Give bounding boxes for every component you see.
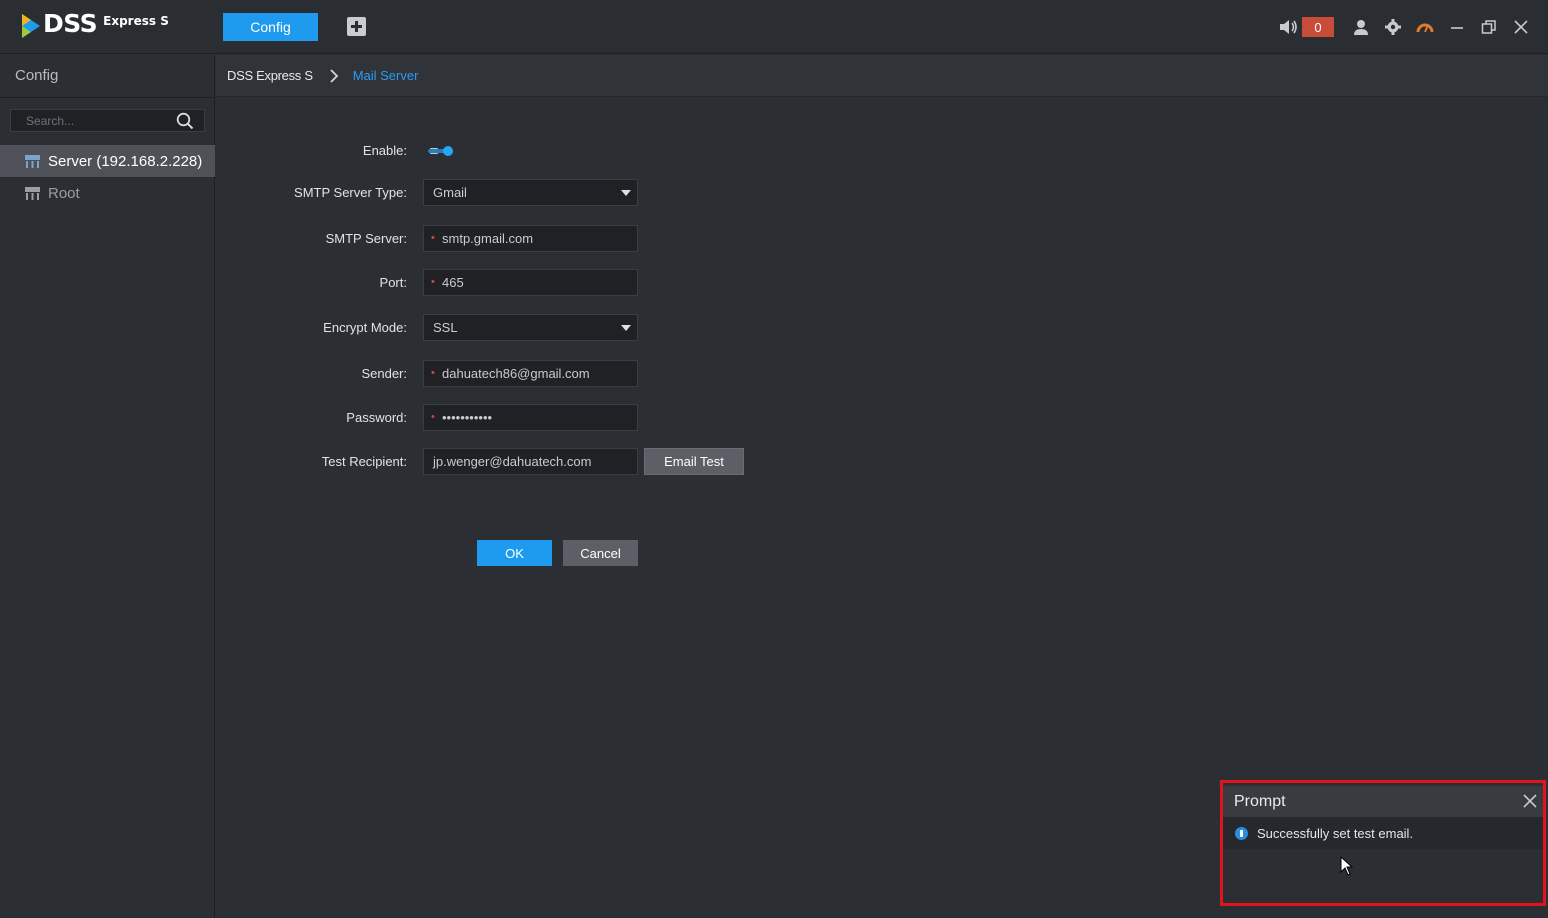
- sidebar-title: Config: [15, 67, 59, 84]
- config-sidebar: Config Server (192.168.2.228) Root: [0, 55, 215, 918]
- breadcrumb: DSS Express S Mail Server: [216, 55, 1548, 97]
- close-icon[interactable]: [1508, 14, 1534, 40]
- smtp-type-value: Gmail: [433, 185, 467, 200]
- app-logo: DSS Express S: [20, 10, 169, 42]
- required-marker: •: [431, 411, 435, 423]
- add-tab-icon[interactable]: [347, 17, 366, 36]
- gear-icon[interactable]: [1380, 14, 1406, 40]
- prompt-header: Prompt: [1223, 786, 1543, 817]
- mouse-cursor-icon: [1340, 856, 1354, 876]
- smtp-server-field[interactable]: • smtp.gmail.com: [423, 225, 638, 252]
- port-row: Port: • 465: [216, 269, 916, 296]
- cancel-button[interactable]: Cancel: [563, 540, 638, 566]
- dropdown-arrow-icon: [621, 190, 631, 196]
- sender-label: Sender:: [361, 366, 407, 381]
- search-input[interactable]: [11, 110, 171, 131]
- alarm-count-badge[interactable]: 0: [1302, 17, 1334, 37]
- tree-item-label: Root: [48, 184, 80, 202]
- enable-label: Enable:: [362, 143, 407, 158]
- password-value: •••••••••••: [442, 410, 493, 425]
- tab-config[interactable]: Config: [223, 13, 318, 41]
- port-value: 465: [442, 275, 464, 290]
- required-marker: •: [431, 232, 435, 244]
- chevron-right-icon: [330, 68, 338, 83]
- recipient-row: Test Recipient: jp.wenger@dahuatech.com …: [216, 448, 916, 475]
- prompt-message-row: Successfully set test email.: [1223, 817, 1543, 849]
- server-node-icon: [25, 154, 40, 168]
- dropdown-arrow-icon: [621, 325, 631, 331]
- test-recipient-field[interactable]: jp.wenger@dahuatech.com: [423, 448, 638, 475]
- password-label: Password:: [346, 410, 407, 425]
- tree-item-label: Server (192.168.2.228): [48, 152, 203, 170]
- email-test-button[interactable]: Email Test: [644, 448, 744, 475]
- user-icon[interactable]: [1348, 14, 1374, 40]
- search-box: [10, 109, 205, 132]
- divider: [0, 97, 215, 98]
- titlebar-toolbar: 0: [1276, 14, 1534, 40]
- prompt-dialog: Prompt Successfully set test email.: [1220, 780, 1546, 906]
- tree-item-server[interactable]: Server (192.168.2.228): [0, 145, 215, 177]
- minimize-icon[interactable]: [1444, 14, 1470, 40]
- dss-logo-icon: [22, 14, 40, 38]
- port-label: Port:: [379, 275, 407, 290]
- root-node-icon: [25, 186, 40, 200]
- restore-icon[interactable]: [1476, 14, 1502, 40]
- enable-row: Enable:: [216, 137, 916, 164]
- smtp-type-label: SMTP Server Type:: [294, 185, 407, 200]
- encrypt-mode-value: SSL: [433, 320, 458, 335]
- logo-express-text: Express S: [103, 14, 169, 28]
- recipient-label: Test Recipient:: [321, 454, 407, 469]
- test-recipient-value: jp.wenger@dahuatech.com: [433, 454, 592, 469]
- performance-gauge-icon[interactable]: [1412, 14, 1438, 40]
- close-icon[interactable]: [1521, 792, 1539, 810]
- smtp-type-select[interactable]: Gmail: [423, 179, 638, 206]
- encrypt-row: Encrypt Mode: SSL: [216, 314, 916, 341]
- prompt-title: Prompt: [1234, 793, 1286, 810]
- encrypt-mode-select[interactable]: SSL: [423, 314, 638, 341]
- password-field[interactable]: • •••••••••••: [423, 404, 638, 431]
- tree-item-root[interactable]: Root: [0, 177, 215, 209]
- info-icon: [1235, 826, 1248, 840]
- password-row: Password: • •••••••••••: [216, 404, 916, 431]
- logo-dss-text: DSS: [43, 9, 98, 38]
- breadcrumb-current: Mail Server: [352, 68, 419, 83]
- enable-toggle[interactable]: [428, 145, 454, 157]
- smtp-type-row: SMTP Server Type: Gmail: [216, 179, 916, 206]
- smtp-server-value: smtp.gmail.com: [442, 231, 534, 246]
- breadcrumb-root[interactable]: DSS Express S: [227, 68, 313, 83]
- title-bar: DSS Express S Config 0: [0, 0, 1548, 54]
- required-marker: •: [431, 276, 435, 288]
- sender-field[interactable]: • dahuatech86@gmail.com: [423, 360, 638, 387]
- speaker-icon[interactable]: [1276, 14, 1302, 40]
- ok-button[interactable]: OK: [477, 540, 552, 566]
- smtp-server-row: SMTP Server: • smtp.gmail.com: [216, 225, 916, 252]
- search-icon[interactable]: [176, 112, 194, 130]
- sender-value: dahuatech86@gmail.com: [442, 366, 590, 381]
- smtp-server-label: SMTP Server:: [325, 231, 407, 246]
- sender-row: Sender: • dahuatech86@gmail.com: [216, 360, 916, 387]
- required-marker: •: [431, 367, 435, 379]
- prompt-message: Successfully set test email.: [1257, 825, 1414, 841]
- port-field[interactable]: • 465: [423, 269, 638, 296]
- encrypt-label: Encrypt Mode:: [323, 320, 407, 335]
